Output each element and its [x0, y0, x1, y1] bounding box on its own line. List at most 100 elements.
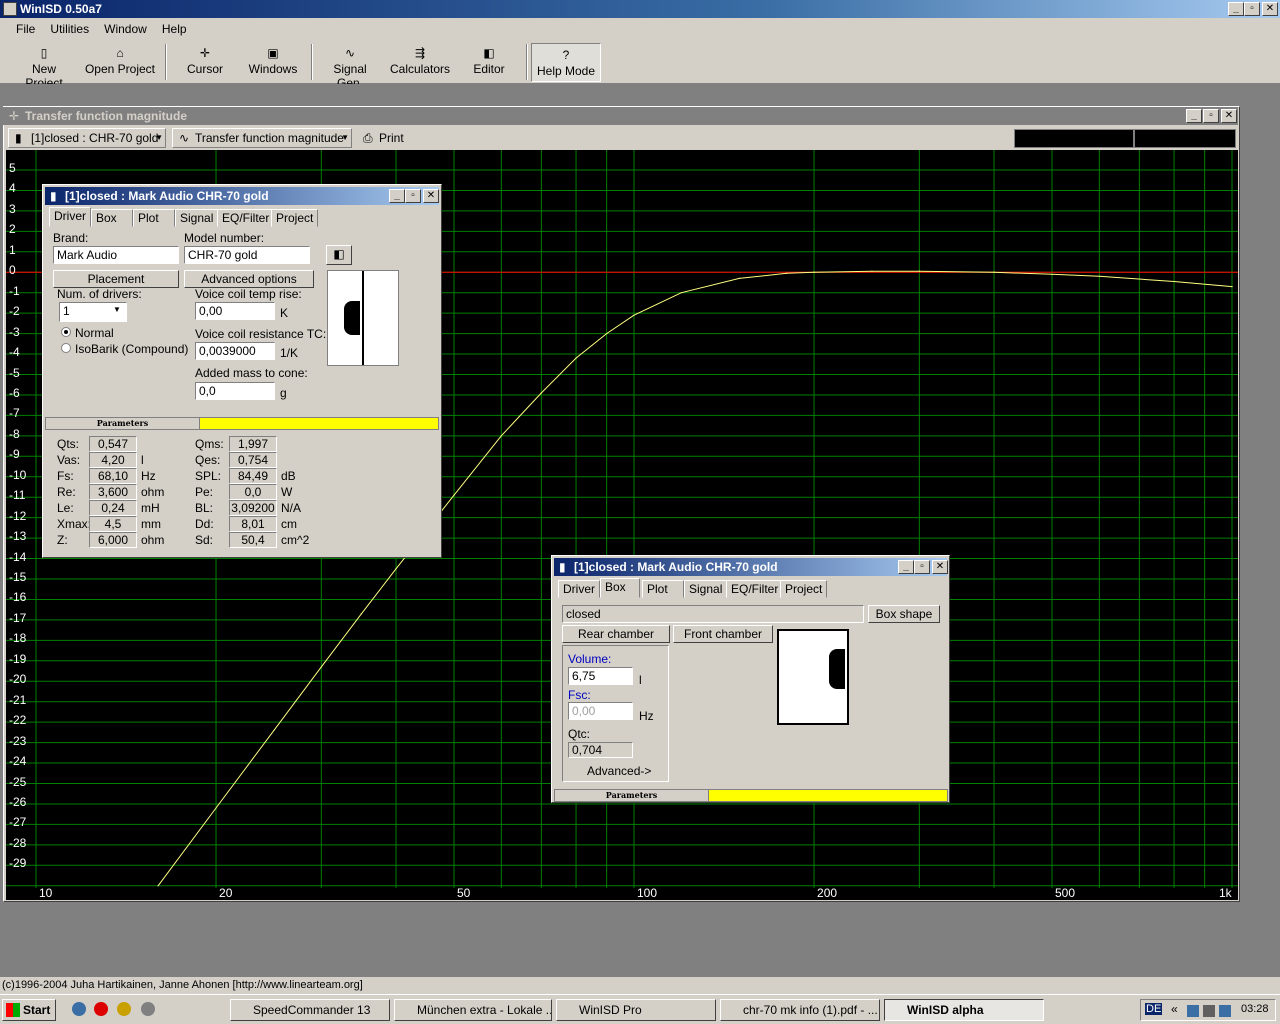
- task-winisd-pro[interactable]: WinISD Pro: [556, 999, 716, 1021]
- radio-normal[interactable]: [61, 327, 71, 337]
- parameters-tab[interactable]: Parameters: [555, 790, 708, 801]
- chevron-down-icon[interactable]: ▼: [113, 305, 121, 314]
- box-maximize-button[interactable]: ▫: [914, 560, 930, 574]
- volume-label: Volume:: [568, 652, 612, 666]
- graph-combo[interactable]: ∿ Transfer function magnitude ▼: [172, 128, 352, 148]
- model-input[interactable]: CHR-70 gold: [184, 246, 310, 264]
- language-indicator[interactable]: DE: [1145, 1003, 1163, 1015]
- menu-utilities[interactable]: Utilities: [44, 18, 95, 40]
- task-pdf[interactable]: chr-70 mk info (1).pdf - ...: [720, 999, 880, 1021]
- calculators-button[interactable]: ⇶ Calculators: [390, 42, 450, 82]
- clock[interactable]: 03:28: [1241, 1003, 1269, 1015]
- tray-expand-icon[interactable]: «: [1171, 1002, 1178, 1016]
- quicklaunch-opera-icon[interactable]: [94, 1002, 108, 1016]
- advanced-options-button[interactable]: Advanced options: [184, 270, 314, 288]
- volume-input[interactable]: 6,75: [568, 667, 633, 685]
- task-speedcommander[interactable]: SpeedCommander 13: [230, 999, 390, 1021]
- tab-eq-filter[interactable]: EQ/Filter: [217, 209, 275, 227]
- menu-file[interactable]: File: [10, 18, 41, 40]
- y-tick-label: 0: [9, 263, 16, 278]
- brand-input[interactable]: Mark Audio: [53, 246, 179, 264]
- close-button[interactable]: ✕: [1262, 2, 1278, 16]
- data-point: [215, 807, 217, 809]
- rear-chamber-panel: Volume: 6,75 l Fsc: 0,00 Hz Qtc: 0,704 A…: [562, 645, 669, 782]
- plot-maximize-button[interactable]: ▫: [1203, 109, 1219, 123]
- driver-editor-button[interactable]: ◧: [326, 245, 352, 265]
- menu-window[interactable]: Window: [98, 18, 153, 40]
- param-name: Z:: [57, 533, 68, 547]
- y-tick-label: -1: [9, 283, 20, 298]
- speaker-icon: ◧: [483, 46, 495, 60]
- brand-label: Brand:: [53, 231, 89, 245]
- box-minimize-button[interactable]: _: [898, 560, 914, 574]
- tray-network-icon[interactable]: [1187, 1005, 1199, 1017]
- x-tick-label: 1k: [1219, 886, 1232, 900]
- box-close-button[interactable]: ✕: [932, 560, 948, 574]
- tab-driver[interactable]: Driver: [49, 207, 91, 227]
- param-unit: cm^2: [281, 533, 310, 547]
- minimize-button[interactable]: _: [1228, 2, 1244, 16]
- windows-button[interactable]: ▣ Windows: [246, 42, 300, 82]
- restore-button[interactable]: ▫: [1244, 2, 1260, 16]
- param-name: SPL:: [195, 469, 222, 483]
- tab-project[interactable]: Project: [780, 580, 828, 598]
- start-button[interactable]: Start: [2, 999, 56, 1021]
- sine-wave-icon: ∿: [179, 131, 190, 145]
- new-project-button[interactable]: ▯ New Project: [12, 42, 76, 90]
- quicklaunch-explorer-icon[interactable]: [72, 1002, 86, 1016]
- data-point: [273, 729, 275, 731]
- editor-button[interactable]: ◧ Editor: [466, 42, 512, 82]
- tab-plot[interactable]: Plot: [642, 580, 684, 598]
- tab-plot[interactable]: Plot: [133, 209, 175, 227]
- y-tick-label: -17: [9, 610, 27, 625]
- front-chamber-button[interactable]: Front chamber: [673, 625, 773, 643]
- tab-driver[interactable]: Driver: [558, 580, 600, 598]
- menu-help[interactable]: Help: [156, 18, 193, 40]
- quicklaunch-app-icon[interactable]: [117, 1002, 131, 1016]
- param-value: 0,0: [229, 484, 277, 500]
- y-tick-label: -16: [9, 590, 27, 605]
- tab-project[interactable]: Project: [271, 209, 319, 227]
- driver-close-button[interactable]: ✕: [423, 189, 439, 203]
- task-winisd-alpha[interactable]: WinISD alpha: [884, 999, 1044, 1021]
- plot-minimize-button[interactable]: _: [1186, 109, 1202, 123]
- advanced-link[interactable]: Advanced->: [587, 764, 651, 778]
- tab-eq-filter[interactable]: EQ/Filter: [726, 580, 784, 598]
- signal-gen-button[interactable]: ∿ Signal Gen.: [320, 42, 380, 90]
- placement-button[interactable]: Placement: [53, 270, 179, 288]
- plot-close-button[interactable]: ✕: [1221, 109, 1237, 123]
- param-value: 0,547: [89, 436, 137, 452]
- cursor-button[interactable]: ✛ Cursor: [180, 42, 230, 82]
- app-titlebar: WinISD 0.50a7 _ ▫ ✕: [0, 0, 1280, 18]
- driver-maximize-button[interactable]: ▫: [405, 189, 421, 203]
- vc-tc-input[interactable]: 0,0039000: [195, 342, 275, 360]
- param-value: 1,997: [229, 436, 277, 452]
- tray-app-icon[interactable]: [1219, 1005, 1231, 1017]
- tray-volume-icon[interactable]: [1203, 1005, 1215, 1017]
- tab-signal[interactable]: Signal: [684, 580, 728, 598]
- rear-chamber-button[interactable]: Rear chamber: [562, 625, 670, 643]
- driver-minimize-button[interactable]: _: [389, 189, 405, 203]
- box-preview: [777, 629, 849, 725]
- sine-wave-icon: ∿: [344, 46, 356, 60]
- data-point: [1098, 275, 1100, 277]
- task-browser[interactable]: München extra - Lokale ...: [394, 999, 552, 1021]
- project-combo[interactable]: ▮ [1]closed : CHR-70 gold ▼: [8, 128, 166, 148]
- tab-box[interactable]: Box: [91, 209, 133, 227]
- box-type-field[interactable]: closed: [562, 605, 864, 623]
- help-mode-button[interactable]: ? Help Mode: [531, 43, 601, 82]
- radio-isobarik[interactable]: [61, 343, 71, 353]
- fsc-input[interactable]: 0,00: [568, 702, 633, 720]
- tab-signal[interactable]: Signal: [175, 209, 219, 227]
- y-tick-label: -18: [9, 631, 27, 646]
- parameters-tab[interactable]: Parameters: [46, 418, 199, 429]
- vc-temp-input[interactable]: 0,00: [195, 302, 275, 320]
- param-value: 3,600: [89, 484, 137, 500]
- open-project-button[interactable]: ⌂ Open Project: [80, 42, 160, 82]
- box-shape-button[interactable]: Box shape: [868, 605, 940, 623]
- print-button[interactable]: ⎙ Print: [356, 128, 412, 148]
- y-tick-label: -4: [9, 345, 20, 360]
- added-mass-input[interactable]: 0,0: [195, 382, 275, 400]
- quicklaunch-shell-icon[interactable]: [141, 1002, 155, 1016]
- tab-box[interactable]: Box: [600, 578, 640, 598]
